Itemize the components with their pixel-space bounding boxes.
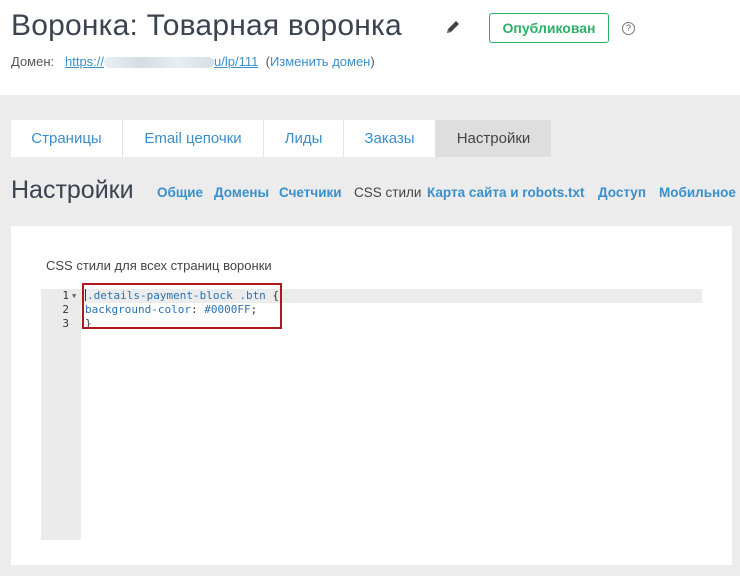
redacted-domain — [104, 57, 215, 69]
subnav-mobile[interactable]: Мобильное — [659, 185, 736, 200]
domain-row: Домен: https:// u/lp/111 (Изменить домен) — [11, 54, 375, 69]
colon: : — [190, 303, 205, 316]
main-tabs: Страницы Email цепочки Лиды Заказы Настр… — [11, 120, 551, 157]
subnav-sitemap-robots[interactable]: Карта сайта и robots.txt — [427, 185, 585, 200]
line-number: 3 — [62, 317, 69, 330]
semicolon: ; — [250, 303, 258, 316]
page-header: Воронка: Товарная воронка Опубликован ? … — [0, 0, 740, 95]
open-brace: { — [265, 289, 280, 302]
change-domain: (Изменить домен) — [265, 54, 375, 69]
code-line[interactable]: } — [85, 317, 92, 331]
change-domain-link[interactable]: Изменить домен — [270, 54, 370, 69]
page-title: Воронка: Товарная воронка — [11, 9, 402, 42]
subnav-access[interactable]: Доступ — [598, 185, 646, 200]
domain-url-start: https:// — [64, 54, 105, 69]
tab-pages[interactable]: Страницы — [11, 120, 123, 157]
tab-leads[interactable]: Лиды — [264, 120, 344, 157]
line-number-gutter: 1 ▼ 2 3 — [41, 289, 81, 540]
tab-orders[interactable]: Заказы — [344, 120, 436, 157]
editor-label: CSS стили для всех страниц воронки — [46, 258, 272, 273]
domain-url-end: u/lp/111 — [214, 54, 259, 69]
close-brace: } — [85, 317, 92, 330]
pencil-icon[interactable] — [444, 18, 462, 36]
code-line[interactable]: .details-payment-block .btn { — [85, 289, 279, 303]
subnav-css-styles[interactable]: CSS стили — [354, 185, 421, 200]
subnav-domains[interactable]: Домены — [214, 185, 269, 200]
code-line[interactable]: background-color: #0000FF; — [85, 303, 257, 317]
fold-arrow-icon[interactable]: ▼ — [72, 289, 76, 303]
css-selector: .details-payment-block .btn — [87, 289, 266, 302]
domain-label: Домен: — [11, 54, 55, 69]
subnav-general[interactable]: Общие — [157, 185, 203, 200]
css-code-editor[interactable]: 1 ▼ 2 3 .details-payment-block .btn { ba… — [41, 283, 702, 540]
line-number: 2 — [62, 303, 69, 316]
subnav-counters[interactable]: Счетчики — [279, 185, 342, 200]
settings-subnav: Общие Домены Счетчики CSS стили Карта са… — [0, 185, 740, 205]
published-status-button[interactable]: Опубликован — [489, 13, 609, 43]
tab-email-chains[interactable]: Email цепочки — [123, 120, 264, 157]
text-cursor — [85, 289, 86, 301]
help-icon[interactable]: ? — [622, 22, 635, 35]
css-settings-panel: CSS стили для всех страниц воронки 1 ▼ 2… — [11, 226, 732, 565]
tab-settings[interactable]: Настройки — [436, 120, 551, 157]
line-number: 1 — [62, 289, 69, 302]
css-value: #0000FF — [204, 303, 251, 316]
css-property: background-color — [85, 303, 191, 316]
domain-link[interactable]: https:// u/lp/111 — [65, 54, 258, 69]
